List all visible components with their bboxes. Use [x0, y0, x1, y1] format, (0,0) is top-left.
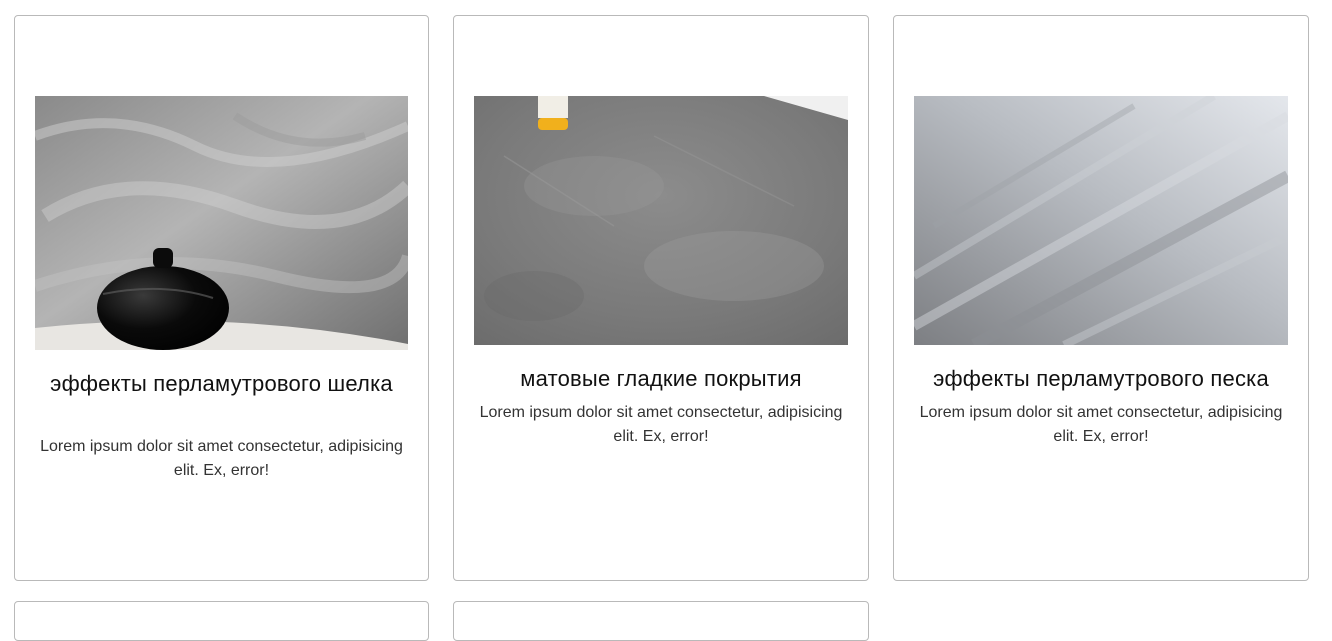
product-card[interactable]: эффекты перламутрового песка Lorem ipsum… [893, 15, 1309, 581]
product-card[interactable] [14, 601, 429, 641]
card-description: Lorem ipsum dolor sit amet consectetur, … [919, 404, 1283, 445]
card-title: матовые гладкие покрытия [520, 366, 802, 391]
card-description: Lorem ipsum dolor sit amet consectetur, … [479, 404, 843, 445]
card-description: Lorem ipsum dolor sit amet consectetur, … [40, 438, 403, 479]
card-title: эффекты перламутрового шелка [50, 371, 393, 396]
card-image-pearl-sand [914, 96, 1288, 345]
product-card[interactable]: эффекты перламутрового шелка Lorem ipsum… [14, 15, 429, 581]
card-title: эффекты перламутрового песка [933, 366, 1269, 391]
card-image-pearl-silk [35, 96, 408, 350]
product-card[interactable]: матовые гладкие покрытия Lorem ipsum dol… [453, 15, 869, 581]
product-card[interactable] [453, 601, 869, 641]
card-image-matte-smooth [474, 96, 848, 345]
